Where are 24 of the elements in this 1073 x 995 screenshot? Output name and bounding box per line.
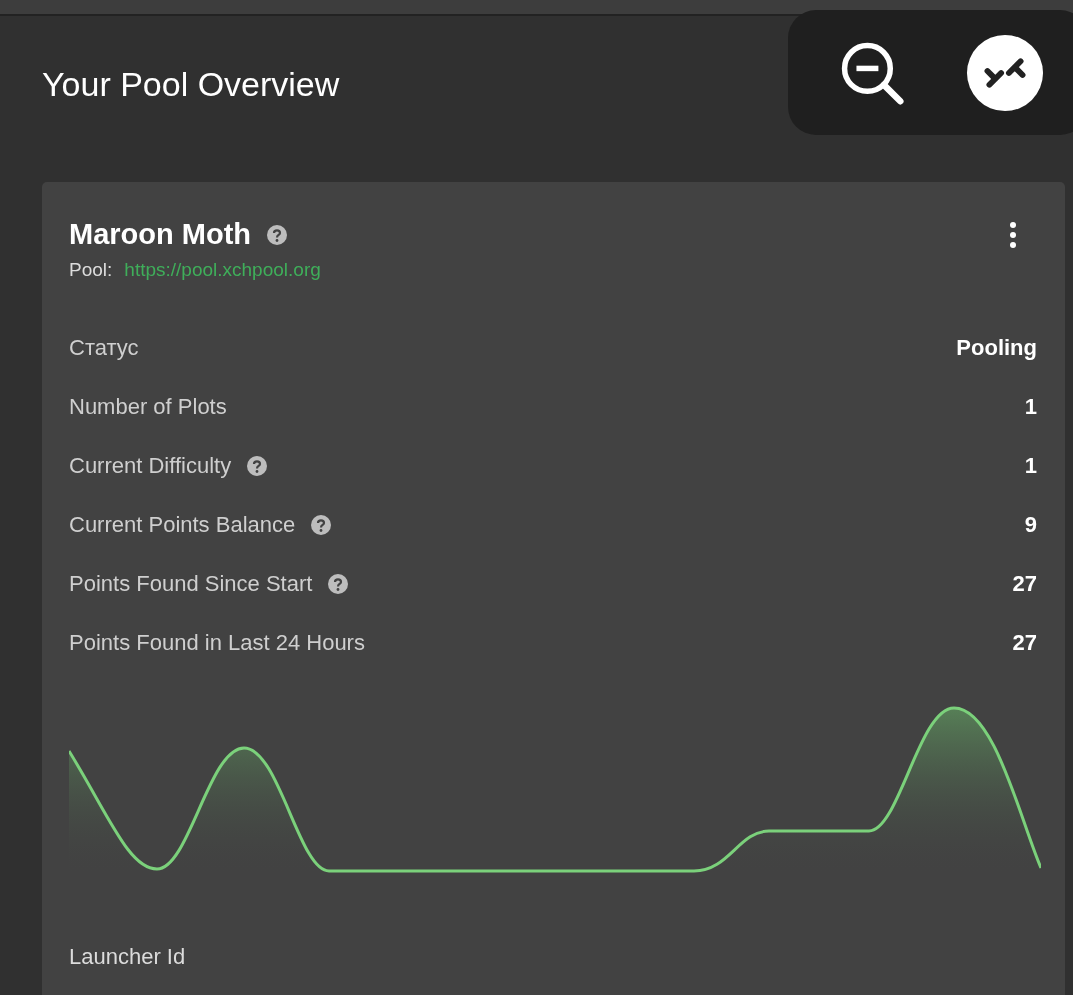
stat-value: 27 xyxy=(1012,629,1037,656)
help-icon[interactable] xyxy=(328,573,349,594)
page-title: Your Pool Overview xyxy=(42,64,340,105)
stat-label: Points Found in Last 24 Hours xyxy=(69,629,365,656)
stat-label: Number of Plots xyxy=(69,393,227,420)
more-options-icon[interactable] xyxy=(1009,220,1017,249)
stat-value: 27 xyxy=(1012,570,1037,597)
remote-connection-icon[interactable] xyxy=(966,33,1044,112)
help-icon[interactable] xyxy=(267,224,287,245)
zoom-out-icon[interactable] xyxy=(840,40,904,105)
stat-label: Points Found Since Start xyxy=(69,570,313,597)
help-icon[interactable] xyxy=(247,455,268,476)
help-icon[interactable] xyxy=(311,514,332,535)
stat-value: Pooling xyxy=(956,334,1037,361)
pool-label: Pool: xyxy=(69,259,113,281)
launcher-id-label: Launcher Id xyxy=(69,944,187,970)
pool-name: Maroon Moth xyxy=(69,218,251,251)
stat-value: 9 xyxy=(1024,511,1037,538)
stat-label: Статус xyxy=(69,334,139,361)
stat-label: Current Points Balance xyxy=(69,511,296,538)
stat-label: Current Difficulty xyxy=(69,452,232,479)
stat-value: 1 xyxy=(1024,393,1037,420)
stat-value: 1 xyxy=(1024,452,1037,479)
pool-link[interactable]: https://pool.xchpool.org xyxy=(124,259,321,281)
